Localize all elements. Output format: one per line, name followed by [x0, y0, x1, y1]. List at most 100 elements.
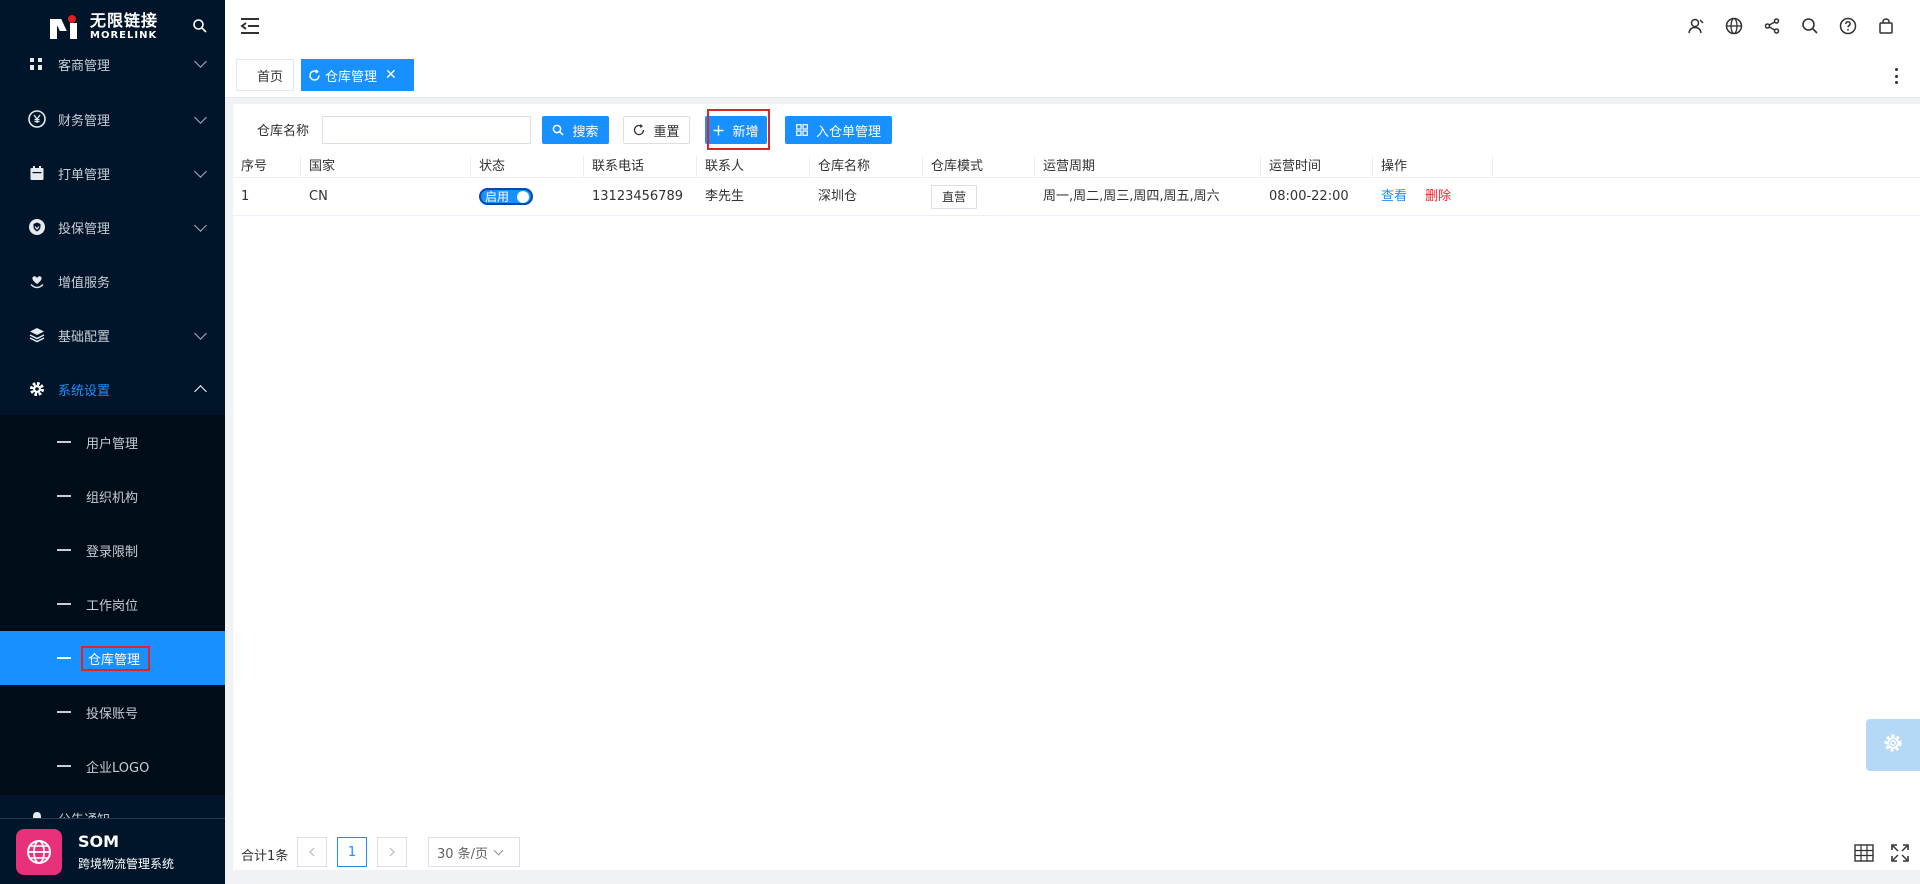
submenu-item-label: 投保账号 [86, 706, 139, 722]
system-subtitle: 跨境物流管理系统 [78, 856, 175, 871]
gear-icon [1882, 732, 1904, 758]
table-row: 1 CN 启用 13123456789 李先生 深圳仓 直营 周一,周二,周三,… [233, 178, 1920, 216]
sidebar-item-value-added[interactable]: 增值服务 [0, 254, 225, 308]
page-size-value: 30 条/页 [437, 846, 489, 862]
help-icon[interactable] [1838, 16, 1858, 36]
search-button[interactable]: 搜索 [542, 116, 609, 144]
prev-page-button[interactable] [297, 837, 327, 867]
submenu-item-positions[interactable]: 工作岗位 [0, 577, 225, 631]
cell-contact: 李先生 [705, 189, 745, 204]
more-icon[interactable] [1894, 68, 1898, 84]
sidebar-item-finance[interactable]: 财务管理 [0, 92, 225, 146]
page-number-button[interactable]: 1 [337, 837, 367, 867]
sidebar-item-label: 投保管理 [58, 221, 111, 237]
sidebar-item-label: 客商管理 [58, 58, 111, 74]
total-count: 合计1条 [241, 849, 289, 864]
share-icon[interactable] [1762, 16, 1782, 36]
grid-icon [796, 124, 808, 136]
fullscreen-icon[interactable] [1889, 842, 1911, 864]
mode-tag: 直营 [931, 184, 978, 209]
delete-link[interactable]: 删除 [1425, 189, 1451, 204]
plus-icon [713, 125, 724, 136]
column-header[interactable]: 国家 [301, 156, 471, 178]
dash-icon [57, 603, 71, 605]
cell-warehouse-name: 深圳仓 [818, 189, 858, 204]
sidebar-item-print-orders[interactable]: 打单管理 [0, 146, 225, 200]
chevron-left-icon [309, 847, 315, 857]
search-button-label: 搜索 [572, 124, 599, 140]
settings-drawer-button[interactable] [1866, 719, 1920, 771]
system-name: SOM [78, 831, 120, 851]
inbound-order-button[interactable]: 入仓单管理 [785, 116, 892, 144]
heart-hand-icon [28, 272, 46, 290]
submenu-item-warehouse[interactable]: 仓库管理 [0, 631, 225, 685]
collapse-menu-icon[interactable] [239, 16, 261, 36]
pagination: 合计1条 1 30 条/页 [233, 836, 1920, 870]
close-icon[interactable]: ✕ [385, 67, 397, 83]
add-button[interactable]: 新增 [705, 116, 767, 144]
chevron-down-icon [194, 219, 207, 232]
submenu-item-company-logo[interactable]: 企业LOGO [0, 739, 225, 793]
sidebar-item-base-config[interactable]: 基础配置 [0, 308, 225, 362]
dash-icon [57, 549, 71, 551]
chevron-right-icon [389, 847, 395, 857]
language-icon[interactable] [1724, 16, 1744, 36]
column-header[interactable]: 仓库模式 [923, 156, 1035, 178]
table-settings-icon[interactable] [1853, 842, 1875, 864]
sidebar-item-insurance[interactable]: 投保管理 [0, 200, 225, 254]
next-page-button[interactable] [377, 837, 407, 867]
sidebar-search-icon[interactable] [192, 18, 208, 34]
column-header[interactable]: 联系人 [697, 156, 810, 178]
submenu-item-label: 企业LOGO [86, 760, 150, 776]
sidebar-item-merchant[interactable]: 客商管理 [0, 36, 225, 92]
tabs-bar: 首页 仓库管理 ✕ [225, 54, 1920, 98]
main-panel: 仓库名称 搜索 重置 新增 入仓单管理 序号 国家 状态 联系电话 联系人 仓库… [233, 104, 1920, 870]
submenu-item-users[interactable]: 用户管理 [0, 415, 225, 469]
search-icon [552, 124, 565, 136]
warehouse-name-input[interactable] [322, 116, 531, 144]
chevron-down-icon [493, 845, 504, 855]
status-toggle[interactable]: 启用 [479, 188, 533, 205]
search-icon[interactable] [1800, 16, 1820, 36]
user-switch-icon[interactable] [1686, 16, 1706, 36]
refresh-icon[interactable] [308, 68, 321, 82]
submenu-item-login-limit[interactable]: 登录限制 [0, 523, 225, 577]
submenu-item-insurance-account[interactable]: 投保账号 [0, 685, 225, 739]
tab-warehouse[interactable]: 仓库管理 ✕ [301, 59, 414, 91]
cell-country: CN [309, 189, 328, 204]
tab-home[interactable]: 首页 [236, 59, 294, 91]
merchant-icon [28, 55, 46, 73]
reset-button[interactable]: 重置 [623, 116, 690, 144]
tab-label: 首页 [257, 69, 284, 85]
column-header[interactable]: 仓库名称 [810, 156, 923, 178]
column-header[interactable]: 序号 [233, 156, 301, 178]
cell-actions: 查看 删除 [1373, 178, 1451, 216]
submenu-item-label: 用户管理 [86, 436, 139, 452]
dash-icon [57, 765, 71, 767]
sidebar-item-system-settings[interactable]: 系统设置 [0, 362, 225, 416]
page-size-select[interactable]: 30 条/页 [428, 837, 520, 867]
refresh-icon [633, 124, 645, 136]
column-header[interactable]: 运营时间 [1261, 156, 1373, 178]
bag-icon[interactable] [1876, 16, 1896, 36]
gear-icon [28, 380, 46, 398]
submenu-item-label: 工作岗位 [86, 598, 139, 614]
chevron-down-icon [194, 327, 207, 340]
brand-name-cn: 无限链接 [90, 11, 159, 30]
status-toggle-label: 启用 [485, 189, 510, 204]
top-header [225, 0, 1920, 54]
submenu-item-label: 仓库管理 [81, 645, 151, 671]
view-link[interactable]: 查看 [1381, 189, 1407, 204]
chevron-up-icon [194, 385, 207, 398]
dash-icon [57, 495, 71, 497]
layers-icon [28, 326, 46, 344]
sidebar-item-label: 增值服务 [58, 275, 111, 291]
cell-status: 启用 [471, 178, 533, 216]
column-header[interactable]: 状态 [471, 156, 584, 178]
column-header[interactable]: 联系电话 [584, 156, 697, 178]
submenu-item-organization[interactable]: 组织机构 [0, 469, 225, 523]
column-header[interactable]: 运营周期 [1035, 156, 1261, 178]
dash-icon [57, 657, 71, 659]
sidebar: 无限链接 MORELINK 客商管理 财务管理 打单管理 投保管理 增值服务 基… [0, 0, 225, 884]
column-header[interactable]: 操作 [1373, 156, 1493, 178]
